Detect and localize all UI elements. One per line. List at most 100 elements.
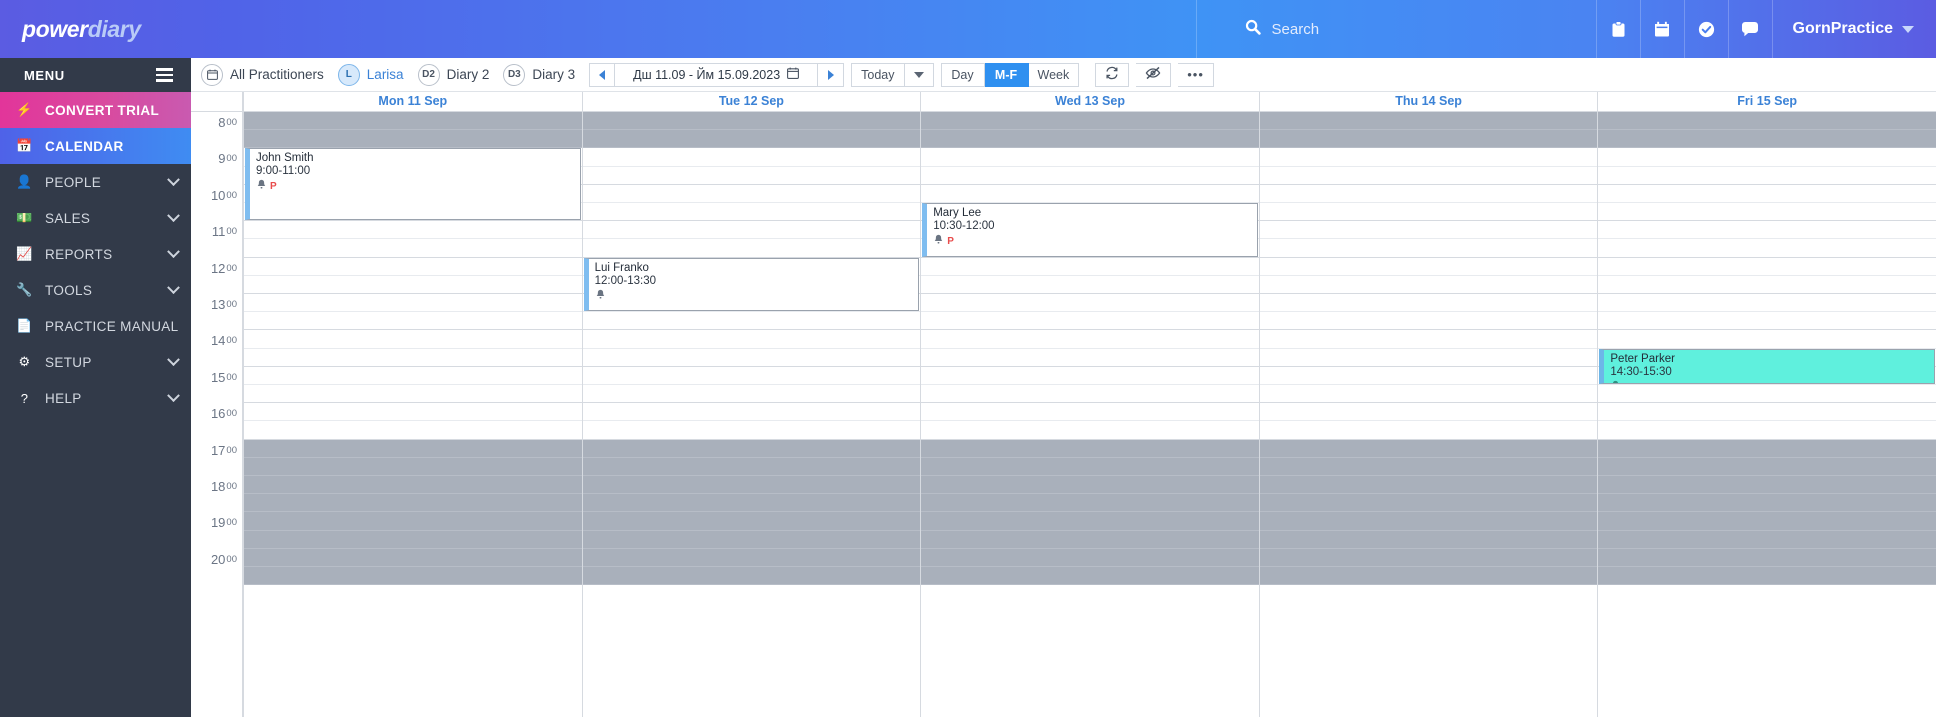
calendar-icon[interactable] [1639, 0, 1684, 58]
refresh-button[interactable] [1095, 62, 1130, 87]
time-slot[interactable] [244, 239, 582, 258]
time-slot[interactable] [244, 385, 582, 404]
time-slot[interactable] [1598, 148, 1936, 167]
time-slot[interactable] [582, 148, 921, 167]
clipboard-icon[interactable] [1595, 0, 1640, 58]
time-slot[interactable] [1598, 239, 1936, 258]
time-slot[interactable] [1259, 367, 1598, 385]
calendar-appointment[interactable]: Peter Parker 14:30-15:30 [1599, 348, 1935, 384]
time-slot[interactable] [1598, 258, 1936, 276]
sidebar-item-tools[interactable]: 🔧 TOOLS [0, 272, 191, 308]
time-slot[interactable] [1598, 312, 1936, 331]
time-slot[interactable] [244, 312, 582, 331]
time-slot[interactable] [244, 294, 582, 313]
time-slot[interactable] [1598, 185, 1936, 203]
time-slot[interactable] [1259, 276, 1598, 294]
practitioner-diary-3[interactable]: D3 Diary 3 [503, 63, 575, 86]
time-slot[interactable] [582, 203, 921, 222]
time-slot[interactable] [921, 276, 1259, 294]
practitioner-larisa[interactable]: L Larisa [337, 63, 404, 86]
day-header[interactable]: Tue 12 Sep [581, 92, 921, 111]
sidebar-item-calendar[interactable]: 📅 CALENDAR [0, 128, 191, 164]
time-slot[interactable] [244, 221, 582, 240]
time-slot[interactable] [1598, 221, 1936, 240]
time-slot[interactable] [244, 421, 582, 440]
time-slot[interactable] [1598, 421, 1936, 440]
time-slot[interactable] [1259, 239, 1598, 258]
view-button-day[interactable]: Day [940, 62, 985, 87]
calendar-appointment[interactable]: John Smith 9:00-11:00 P [245, 148, 581, 221]
time-slot[interactable] [582, 421, 921, 440]
time-slot[interactable] [244, 276, 582, 294]
previous-period-button[interactable] [589, 62, 616, 87]
sidebar-item-practice-manual[interactable]: 📄 PRACTICE MANUAL [0, 308, 191, 344]
time-slot[interactable] [1259, 330, 1598, 349]
time-slot[interactable] [921, 148, 1259, 167]
time-slot[interactable] [1259, 148, 1598, 167]
day-column[interactable] [1258, 112, 1598, 717]
time-slot[interactable] [1259, 185, 1598, 203]
time-slot[interactable] [582, 403, 921, 422]
day-header[interactable]: Thu 14 Sep [1258, 92, 1598, 111]
next-period-button[interactable] [818, 62, 845, 87]
hamburger-icon[interactable] [156, 68, 173, 82]
time-slot[interactable] [921, 349, 1259, 367]
chat-icon[interactable] [1727, 0, 1772, 58]
time-slot[interactable] [582, 330, 921, 349]
time-slot[interactable] [582, 367, 921, 385]
time-slot[interactable] [921, 421, 1259, 440]
time-slot[interactable] [582, 385, 921, 404]
time-slot[interactable] [244, 349, 582, 367]
time-slot[interactable] [244, 258, 582, 276]
time-slot[interactable] [1598, 330, 1936, 349]
time-slot[interactable] [1598, 276, 1936, 294]
time-slot[interactable] [1259, 203, 1598, 222]
day-header[interactable]: Mon 11 Sep [243, 92, 582, 111]
sidebar-item-reports[interactable]: 📈 REPORTS [0, 236, 191, 272]
day-column[interactable]: Lui Franko 12:00-13:30 [581, 112, 921, 717]
time-slot[interactable] [1259, 258, 1598, 276]
sidebar-item-convert-trial[interactable]: ⚡ CONVERT TRIAL [0, 92, 191, 128]
day-header[interactable]: Fri 15 Sep [1597, 92, 1936, 111]
time-slot[interactable] [921, 367, 1259, 385]
view-button-m-f[interactable]: M-F [984, 62, 1029, 87]
account-menu[interactable]: GornPractice [1771, 0, 1936, 58]
time-slot[interactable] [921, 403, 1259, 422]
time-slot[interactable] [244, 330, 582, 349]
sidebar-menu-header[interactable]: MENU [0, 58, 191, 92]
day-column[interactable]: Mary Lee 10:30-12:00 P [920, 112, 1259, 717]
time-slot[interactable] [1598, 294, 1936, 313]
time-slot[interactable] [1259, 403, 1598, 422]
time-slot[interactable] [921, 185, 1259, 203]
sidebar-item-sales[interactable]: 💵 SALES [0, 200, 191, 236]
calendar-appointment[interactable]: Mary Lee 10:30-12:00 P [922, 203, 1258, 257]
practitioner-diary-2[interactable]: D2 Diary 2 [417, 63, 489, 86]
time-slot[interactable] [1259, 421, 1598, 440]
time-slot[interactable] [921, 294, 1259, 313]
time-slot[interactable] [921, 167, 1259, 185]
sidebar-item-people[interactable]: 👤 PEOPLE [0, 164, 191, 200]
day-column[interactable]: John Smith 9:00-11:00 P [243, 112, 582, 717]
hide-cancelled-button[interactable] [1136, 62, 1172, 87]
time-slot[interactable] [921, 385, 1259, 404]
today-dropdown-button[interactable] [904, 62, 934, 87]
date-range-display[interactable]: Дш 11.09 - Йм 15.09.2023 [615, 62, 819, 87]
time-slot[interactable] [244, 403, 582, 422]
time-slot[interactable] [582, 312, 921, 331]
time-slot[interactable] [1259, 312, 1598, 331]
time-slot[interactable] [1598, 403, 1936, 422]
time-slot[interactable] [1598, 203, 1936, 222]
time-slot[interactable] [1598, 385, 1936, 404]
time-slot[interactable] [1598, 167, 1936, 185]
time-slot[interactable] [1259, 221, 1598, 240]
sidebar-item-setup[interactable]: ⚙ SETUP [0, 344, 191, 380]
app-logo[interactable]: powerdiary [0, 0, 191, 58]
time-slot[interactable] [921, 330, 1259, 349]
check-circle-icon[interactable] [1683, 0, 1728, 58]
time-slot[interactable] [582, 239, 921, 258]
time-slot[interactable] [921, 258, 1259, 276]
more-options-button[interactable]: ••• [1178, 62, 1214, 87]
calendar-appointment[interactable]: Lui Franko 12:00-13:30 [583, 257, 920, 312]
time-slot[interactable] [1259, 167, 1598, 185]
sidebar-item-help[interactable]: ? HELP [0, 380, 191, 416]
